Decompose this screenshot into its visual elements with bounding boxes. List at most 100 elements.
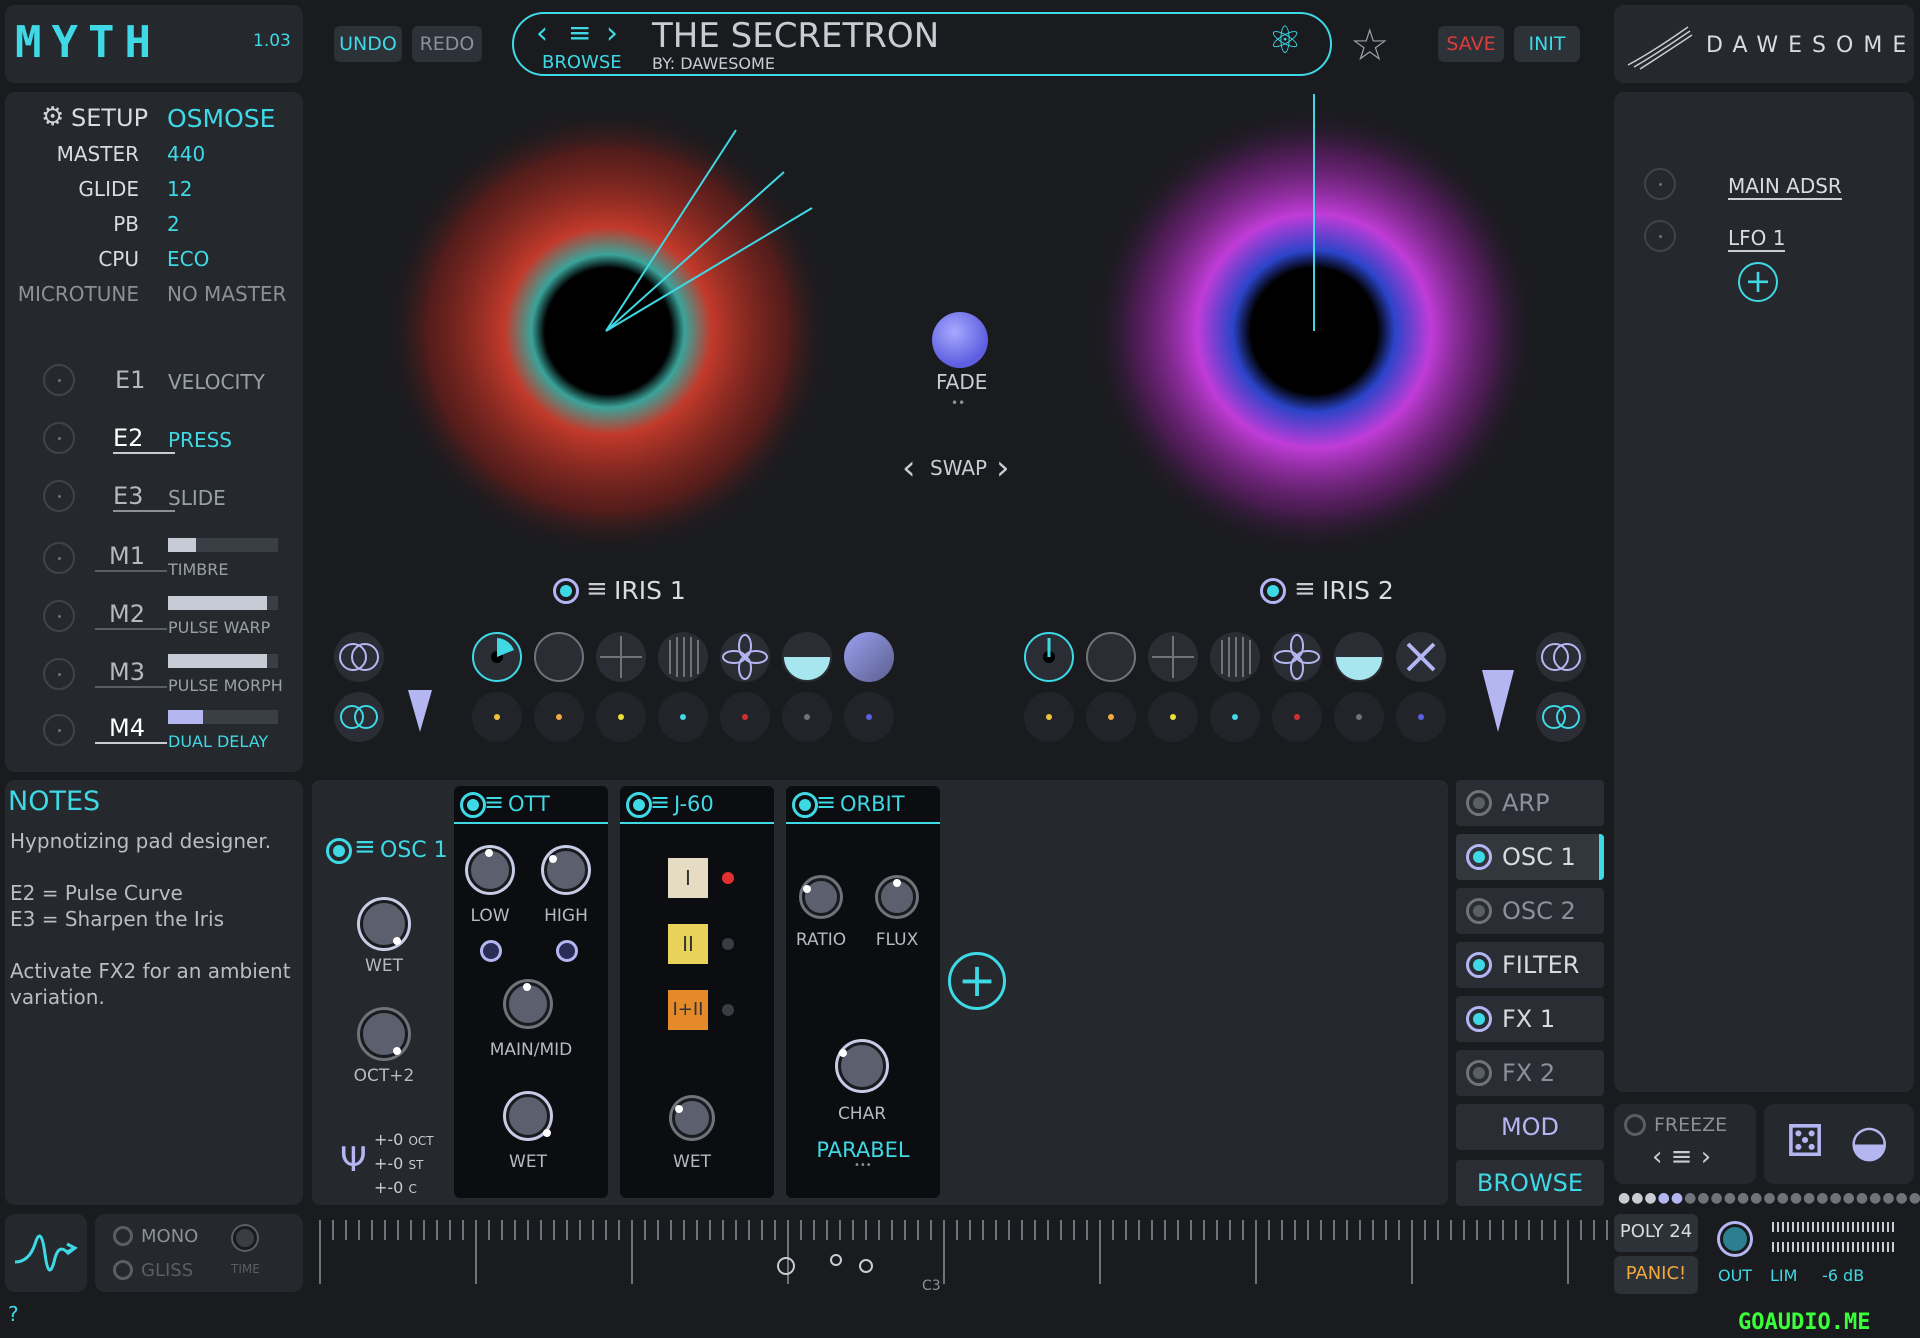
fx2-tab-toggle[interactable] — [1466, 1060, 1492, 1086]
m4-slider[interactable] — [168, 710, 278, 724]
iris2-mod-dot[interactable] — [1210, 692, 1260, 742]
setup-row-pb-value[interactable]: 2 — [167, 212, 180, 236]
iris2-power-toggle[interactable] — [1260, 578, 1286, 604]
orbit-title[interactable]: ≡ ORBIT — [786, 786, 940, 824]
iris2-menu-icon[interactable]: ≡ — [1294, 574, 1316, 604]
iris2-slot-bowl-icon[interactable] — [1334, 632, 1384, 682]
iris2-slot-x-icon[interactable] — [1396, 632, 1446, 682]
orbit-flux-knob[interactable] — [878, 878, 916, 916]
m2-slider[interactable] — [168, 596, 278, 610]
freeze-label[interactable]: FREEZE — [1654, 1114, 1727, 1136]
mono-toggle[interactable] — [113, 1226, 133, 1246]
ott-high-toggle[interactable] — [556, 940, 578, 962]
tab-browse[interactable]: BROWSE — [1456, 1160, 1604, 1206]
ott-title[interactable]: ≡ OTT — [454, 786, 608, 824]
iris1-mod-dot[interactable] — [844, 692, 894, 742]
tune-oct[interactable]: +-0 OCT — [374, 1130, 434, 1149]
preset-browse-label[interactable]: BROWSE — [542, 52, 622, 73]
add-mod-icon[interactable]: + — [1738, 262, 1778, 302]
add-fx-icon[interactable]: + — [948, 952, 1006, 1010]
notes-panel[interactable]: NOTES Hypnotizing pad designer. E2 = Pul… — [5, 780, 303, 1205]
setup-mode[interactable]: OSMOSE — [167, 104, 275, 133]
output-knob[interactable] — [1720, 1224, 1750, 1254]
tab-filter[interactable]: FILTER — [1456, 942, 1604, 988]
preset-prev-icon[interactable]: ‹ — [536, 16, 548, 51]
iris1-power-toggle[interactable] — [553, 578, 579, 604]
save-button[interactable]: SAVE — [1438, 26, 1504, 62]
m3-slider[interactable] — [168, 654, 278, 668]
redo-button[interactable]: REDO — [412, 26, 482, 62]
swap-label[interactable]: SWAP — [930, 456, 987, 480]
setup-row-master-value[interactable]: 440 — [167, 142, 205, 166]
tab-fx1[interactable]: FX 1 — [1456, 996, 1604, 1042]
osc1-fx-toggle[interactable] — [326, 838, 352, 864]
iris1-slot-sphere-icon[interactable] — [844, 632, 894, 682]
j60-menu-icon[interactable]: ≡ — [650, 784, 670, 820]
main-adsr-mod-knob[interactable] — [1644, 168, 1676, 200]
gliss-toggle[interactable] — [113, 1260, 133, 1280]
swap-prev-icon[interactable]: ‹ — [902, 448, 916, 488]
iris1-mod-dot[interactable] — [534, 692, 584, 742]
iris1-link-icon[interactable] — [334, 692, 384, 742]
fx1-tab-toggle[interactable] — [1466, 1006, 1492, 1032]
iris1-slot-lines-icon[interactable] — [658, 632, 708, 682]
gliss-label[interactable]: GLISS — [141, 1260, 193, 1281]
setup-row-cpu-value[interactable]: ECO — [167, 247, 209, 271]
iris2-slot-lines-icon[interactable] — [1210, 632, 1260, 682]
iris-visualizer[interactable] — [310, 88, 1610, 608]
j60-mode-i-button[interactable]: I — [668, 858, 708, 898]
j60-title[interactable]: ≡ J-60 — [620, 786, 774, 824]
preset-next-icon[interactable]: › — [606, 16, 618, 51]
iris1-slot-bowl-icon[interactable] — [782, 632, 832, 682]
undo-button[interactable]: UNDO — [334, 26, 402, 62]
iris1-menu-icon[interactable]: ≡ — [586, 574, 608, 604]
e1-name[interactable]: VELOCITY — [168, 370, 265, 394]
iris1-level-triangle-icon[interactable] — [406, 686, 434, 736]
help-icon[interactable]: ? — [8, 1302, 19, 1326]
dice-icon[interactable]: ⚄ — [1786, 1116, 1824, 1167]
tab-osc2[interactable]: OSC 2 — [1456, 888, 1604, 934]
freeze-toggle[interactable] — [1624, 1114, 1646, 1136]
iris1-mod-dot[interactable] — [658, 692, 708, 742]
iris1-mod-dot[interactable] — [782, 692, 832, 742]
m3-mod-knob[interactable] — [43, 658, 75, 690]
orbit-mode-label[interactable]: PARABEL — [786, 1138, 940, 1162]
setup-row-microtune-value[interactable]: NO MASTER — [167, 282, 286, 306]
iris2-mod-dot[interactable] — [1396, 692, 1446, 742]
osc-wet-knob[interactable] — [360, 900, 408, 948]
osc2-tab-toggle[interactable] — [1466, 898, 1492, 924]
j60-mode-ii-button[interactable]: II — [668, 924, 708, 964]
iris2-blend-icon[interactable] — [1536, 632, 1586, 682]
iris2-mod-dot[interactable] — [1334, 692, 1384, 742]
iris1-blend-icon[interactable] — [334, 632, 384, 682]
orbit-ratio-knob[interactable] — [802, 878, 840, 916]
preset-browser[interactable]: ‹ ≡ › BROWSE THE SECRETRON BY: DAWESOME … — [512, 12, 1332, 76]
iris2-slot-dial[interactable] — [1024, 632, 1074, 682]
e1-mod-knob[interactable] — [43, 364, 75, 396]
ott-main-mid-knob[interactable] — [506, 982, 550, 1026]
iris2-slot-cross-icon[interactable] — [1148, 632, 1198, 682]
m4-mod-knob[interactable] — [43, 714, 75, 746]
egg-hatch-icon[interactable]: ◒ — [1850, 1116, 1888, 1167]
iris1-slot-fan-icon[interactable] — [720, 632, 770, 682]
iris2-slot-spiral[interactable] — [1086, 632, 1136, 682]
lfo1-mod-knob[interactable] — [1644, 220, 1676, 252]
e2-mod-knob[interactable] — [43, 422, 75, 454]
gear-icon[interactable]: ⚙ — [41, 102, 64, 132]
iris2-link-icon[interactable] — [1536, 692, 1586, 742]
preset-list-icon[interactable]: ≡ — [568, 16, 591, 49]
pagination-dots[interactable]: ●●●●●●●●●●●●●●●●●●●●●●●●●●●● — [1618, 1190, 1920, 1206]
init-button[interactable]: INIT — [1514, 26, 1580, 62]
lim-label[interactable]: LIM — [1770, 1266, 1797, 1285]
mono-label[interactable]: MONO — [141, 1226, 198, 1247]
iris2-mod-dot[interactable] — [1148, 692, 1198, 742]
ott-low-knob[interactable] — [468, 848, 512, 892]
iris2-level-triangle-icon[interactable] — [1480, 666, 1516, 736]
m1-mod-knob[interactable] — [43, 542, 75, 574]
fade-knob[interactable] — [932, 312, 988, 368]
freeze-nav-icon[interactable]: ‹ ≡ › — [1652, 1142, 1711, 1172]
iris1-slot-cross-icon[interactable] — [596, 632, 646, 682]
db-label[interactable]: -6 dB — [1822, 1266, 1864, 1285]
tune-st[interactable]: +-0 ST — [374, 1154, 423, 1173]
orbit-char-knob[interactable] — [838, 1042, 886, 1090]
